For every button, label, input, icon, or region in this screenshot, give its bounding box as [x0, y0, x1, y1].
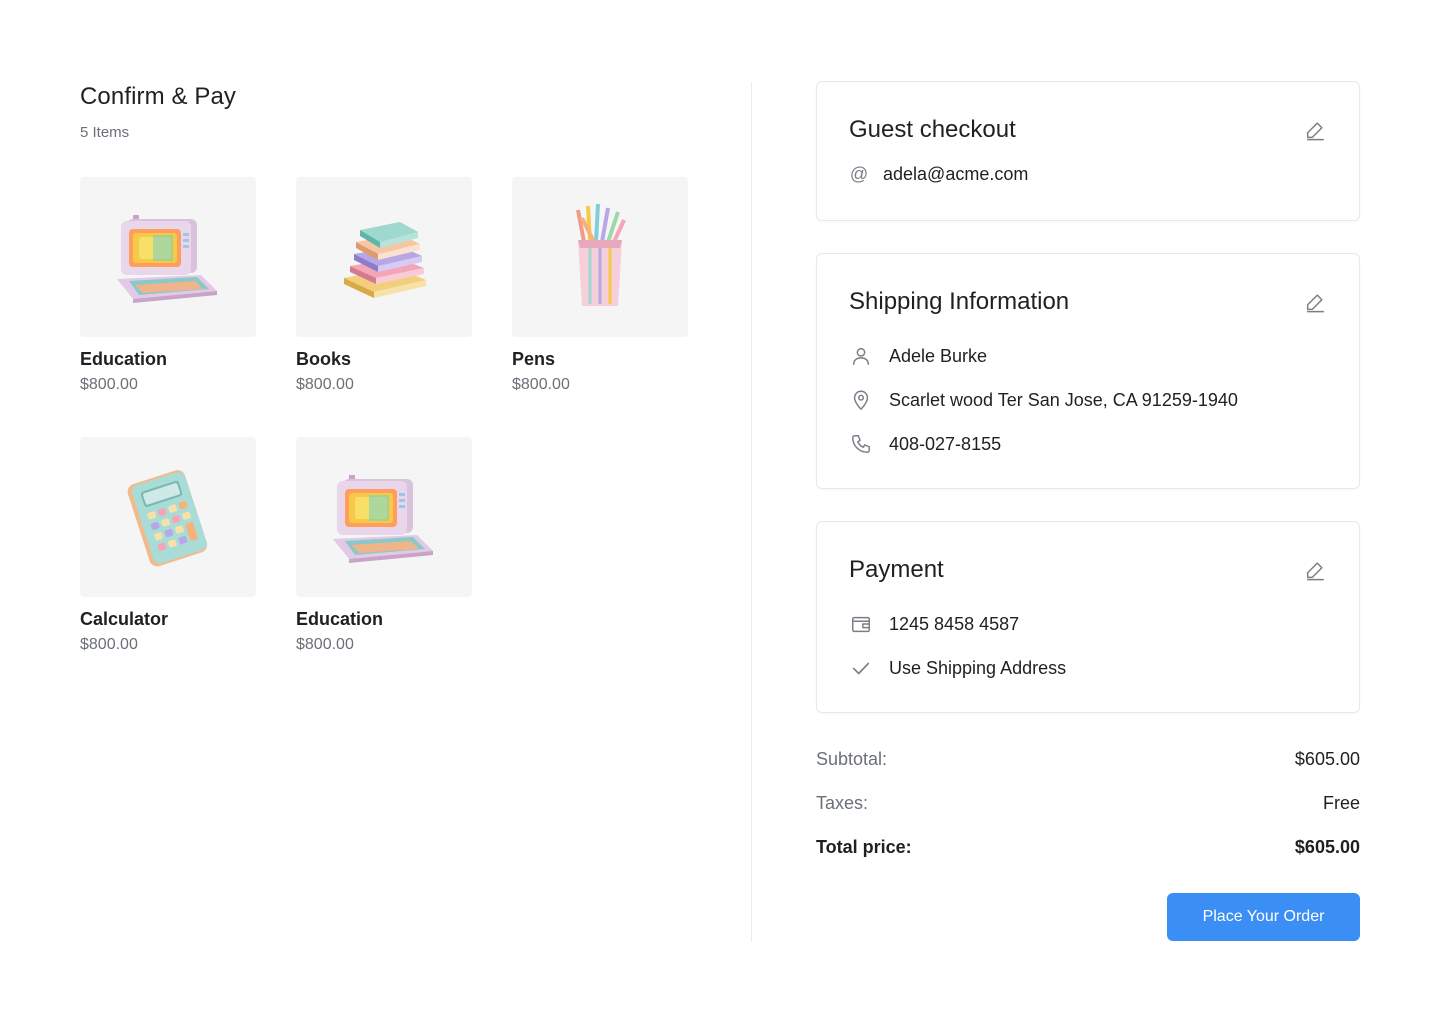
guest-email: adela@acme.com: [883, 164, 1029, 184]
product-price: $800.00: [80, 636, 138, 653]
at-icon: @: [849, 164, 869, 184]
product-price: $800.00: [296, 636, 354, 653]
pencils-illustration-icon: [576, 203, 626, 306]
pencil-icon: [1306, 294, 1324, 313]
taxes-row: Taxes: Free: [816, 793, 1360, 814]
phone-icon: [849, 432, 873, 456]
computer-illustration-icon: [333, 475, 433, 563]
payment-card: Payment 1245 8458 4587 Use Shipping Addr…: [816, 521, 1360, 713]
place-order-button[interactable]: Place Your Order: [1167, 893, 1360, 941]
product-name: Education: [80, 349, 168, 369]
guest-checkout-card: Guest checkout @ adela@acme.com: [816, 81, 1360, 221]
product-card[interactable]: Pens $800.00: [512, 177, 688, 394]
taxes-value: Free: [1322, 793, 1360, 813]
total-row: Total price: $605.00: [816, 837, 1360, 858]
product-price: $800.00: [80, 376, 138, 393]
pencil-icon: [1306, 562, 1324, 581]
guest-email-row: @ adela@acme.com: [849, 164, 1028, 185]
shipping-address-row: Scarlet wood Ter San Jose, CA 91259-1940: [849, 388, 1238, 412]
product-card[interactable]: Education $800.00: [296, 437, 472, 654]
total-value: $605.00: [1294, 837, 1360, 857]
total-label: Total price:: [816, 837, 912, 857]
payment-title: Payment: [849, 556, 944, 583]
shipping-phone-row: 408-027-8155: [849, 432, 1001, 456]
product-image: [512, 177, 688, 337]
product-image: [296, 437, 472, 597]
subtotal-value: $605.00: [1294, 749, 1360, 769]
use-shipping-label: Use Shipping Address: [889, 657, 1067, 678]
wallet-icon: [849, 612, 873, 636]
product-image: [80, 437, 256, 597]
product-price: $800.00: [512, 376, 570, 393]
use-shipping-row[interactable]: Use Shipping Address: [849, 656, 1066, 680]
edit-guest-button[interactable]: [1303, 118, 1327, 142]
guest-checkout-title: Guest checkout: [849, 116, 1016, 143]
product-name: Pens: [512, 349, 556, 369]
shipping-address: Scarlet wood Ter San Jose, CA 91259-1940: [889, 389, 1238, 410]
payment-card-row: 1245 8458 4587: [849, 612, 1019, 636]
calculator-illustration-icon: [127, 470, 208, 567]
product-image: [296, 177, 472, 337]
product-image: [80, 177, 256, 337]
product-price: $800.00: [296, 376, 354, 393]
item-count: 5 Items: [80, 124, 130, 141]
location-pin-icon: [849, 388, 873, 412]
edit-payment-button[interactable]: [1303, 558, 1327, 582]
order-items-section: Confirm & Pay 5 Items: [80, 80, 700, 141]
computer-illustration-icon: [117, 215, 217, 303]
product-name: Education: [296, 609, 384, 629]
pencil-icon: [1306, 122, 1324, 141]
taxes-label: Taxes:: [816, 793, 869, 813]
subtotal-label: Subtotal:: [816, 749, 888, 769]
books-illustration-icon: [344, 222, 426, 298]
shipping-name-row: Adele Burke: [849, 344, 987, 368]
check-icon: [849, 656, 873, 680]
product-card[interactable]: Calculator $800.00: [80, 437, 256, 654]
product-name: Calculator: [80, 609, 169, 629]
shipping-phone: 408-027-8155: [889, 433, 1002, 454]
shipping-name: Adele Burke: [889, 345, 988, 366]
subtotal-row: Subtotal: $605.00: [816, 749, 1360, 770]
product-name: Books: [296, 349, 352, 369]
payment-card-number: 1245 8458 4587: [889, 613, 1020, 634]
product-card[interactable]: Education $800.00: [80, 177, 256, 394]
shipping-title: Shipping Information: [849, 288, 1070, 315]
page-title: Confirm & Pay: [80, 83, 237, 110]
edit-shipping-button[interactable]: [1303, 290, 1327, 314]
user-icon: [849, 344, 873, 368]
shipping-info-card: Shipping Information Adele Burke Scarlet…: [816, 253, 1360, 489]
section-divider: [751, 82, 752, 942]
product-card[interactable]: Books $800.00: [296, 177, 472, 394]
